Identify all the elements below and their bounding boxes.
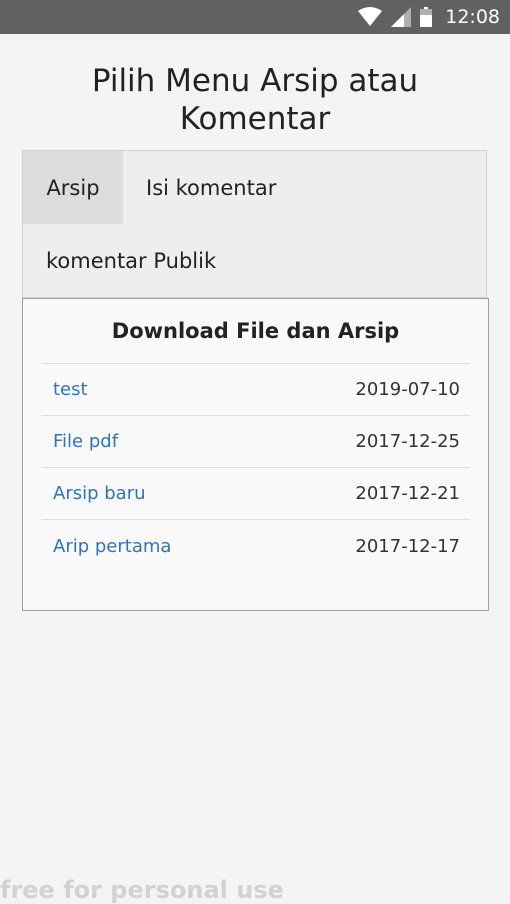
cellular-signal-icon [391, 7, 412, 27]
table-row: Arsip baru 2017-12-21 [41, 468, 470, 520]
download-panel: Download File dan Arsip test 2019-07-10 … [22, 298, 489, 611]
status-icons: 12:08 [358, 0, 500, 34]
status-time: 12:08 [445, 6, 500, 28]
tab-isi-komentar[interactable]: Isi komentar [146, 151, 276, 224]
page-title: Pilih Menu Arsip atau Komentar [91, 63, 419, 137]
file-link[interactable]: test [53, 379, 88, 400]
table-row: File pdf 2017-12-25 [41, 416, 470, 468]
file-link[interactable]: Arsip baru [53, 483, 146, 504]
file-list: test 2019-07-10 File pdf 2017-12-25 Arsi… [41, 363, 470, 572]
file-link[interactable]: File pdf [53, 431, 118, 452]
menu-tabs: Arsip Isi komentar komentar Publik [22, 150, 487, 298]
status-bar: 12:08 [0, 0, 510, 34]
tab-arsip[interactable]: Arsip [23, 151, 123, 224]
file-date: 2017-12-21 [355, 483, 460, 504]
table-row: test 2019-07-10 [41, 364, 470, 416]
file-date: 2019-07-10 [355, 379, 460, 400]
file-date: 2017-12-25 [355, 431, 460, 452]
panel-title: Download File dan Arsip [111, 319, 400, 343]
battery-icon [420, 7, 433, 27]
file-date: 2017-12-17 [355, 535, 460, 557]
wifi-icon [358, 7, 383, 27]
file-link[interactable]: Arip pertama [53, 536, 171, 557]
tab-komentar-publik[interactable]: komentar Publik [46, 224, 216, 298]
table-row: Arip pertama 2017-12-17 [41, 520, 470, 572]
